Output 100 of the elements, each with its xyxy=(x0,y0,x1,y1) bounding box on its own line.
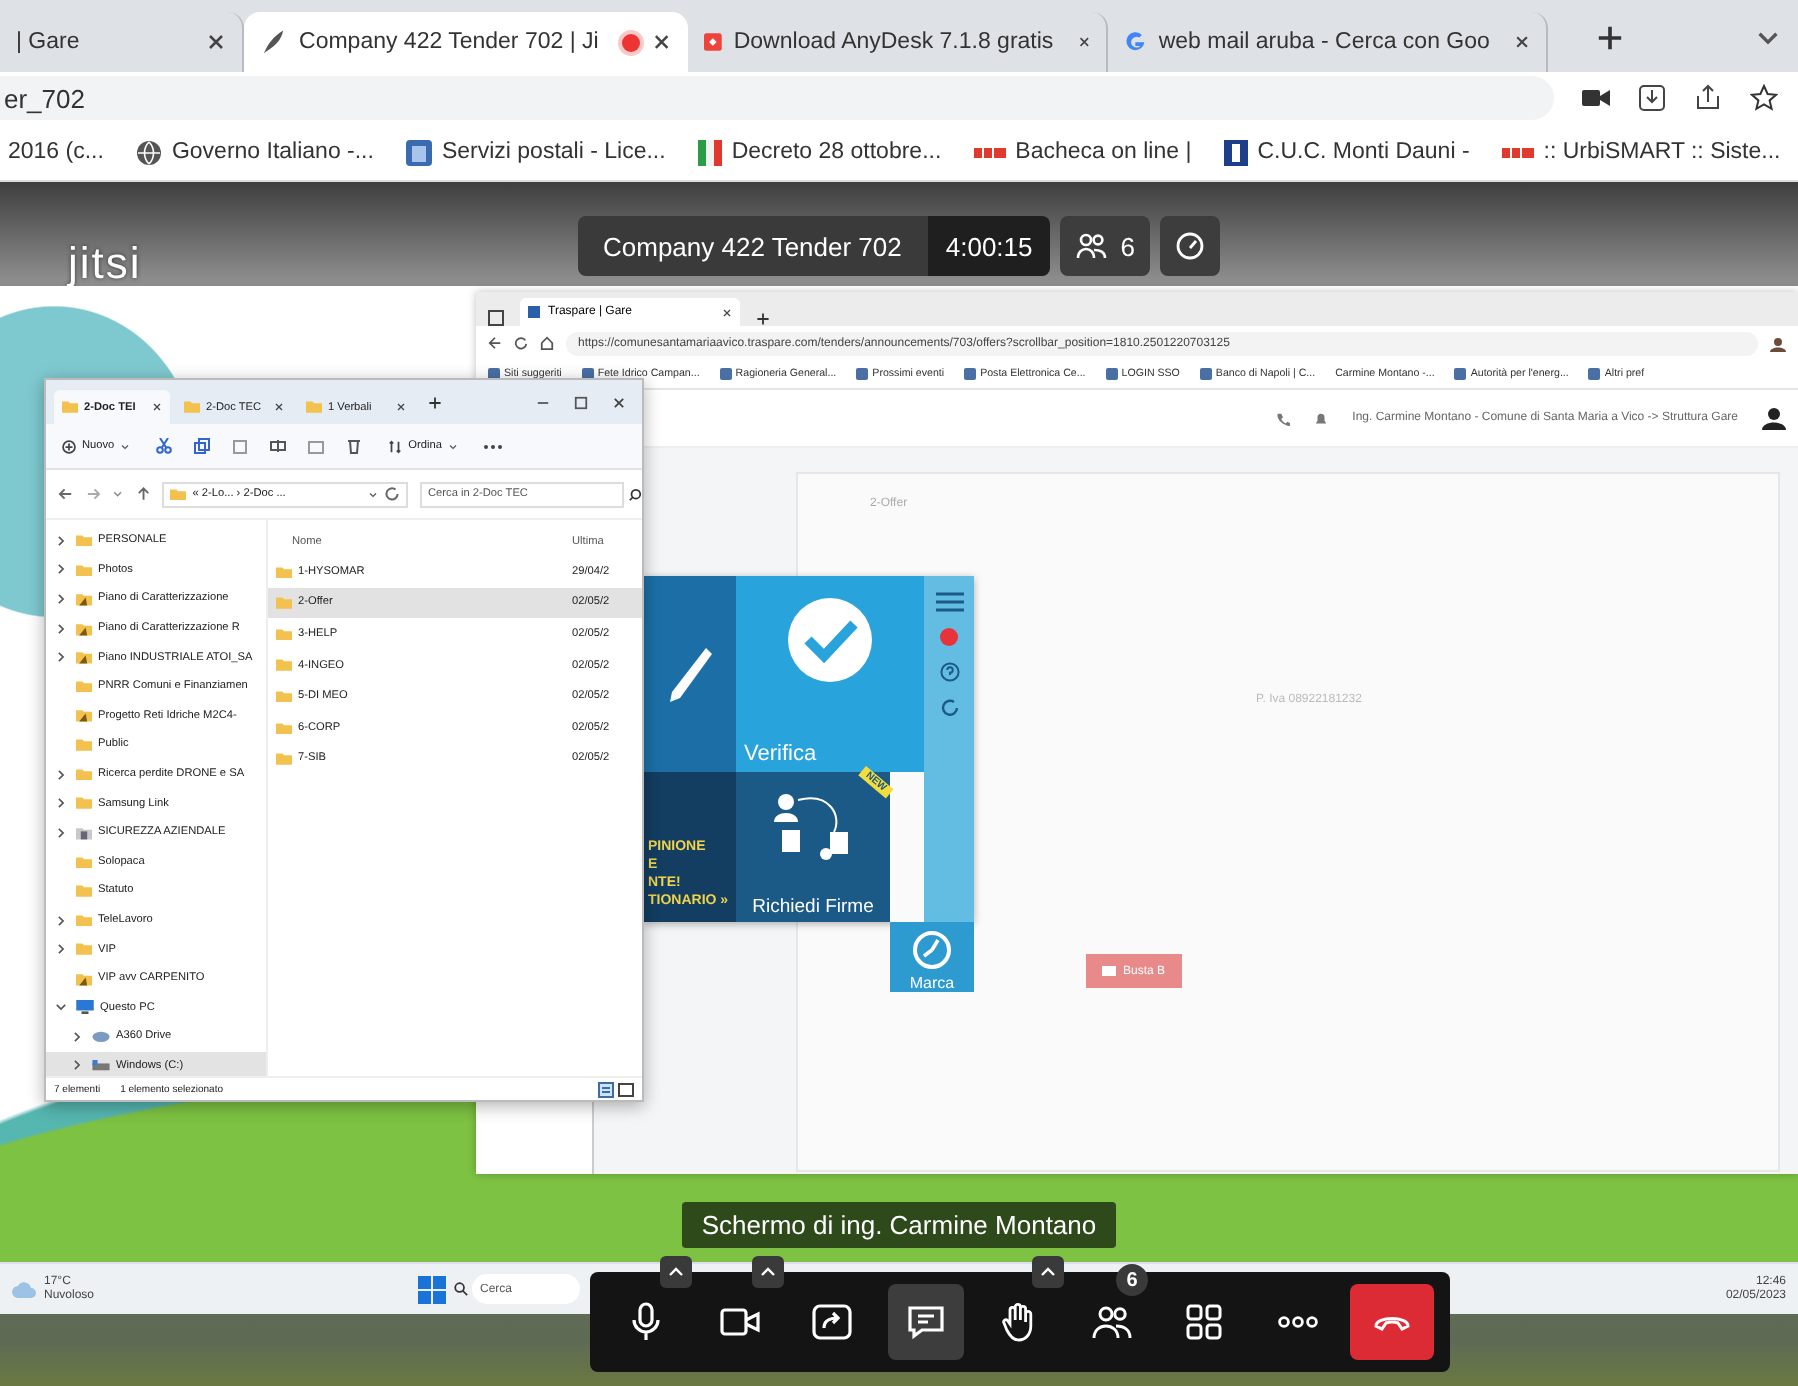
expand-chevron-icon[interactable] xyxy=(54,591,68,606)
profile-icon[interactable] xyxy=(1770,335,1786,351)
up-icon[interactable] xyxy=(135,486,151,502)
caret-button[interactable] xyxy=(752,1256,784,1288)
expand-chevron-icon[interactable] xyxy=(54,942,68,957)
menu-icon[interactable] xyxy=(935,592,963,612)
logo-icon xyxy=(973,143,1006,161)
bookmark[interactable]: 2016 (c... xyxy=(8,140,104,164)
chevron-icon[interactable] xyxy=(447,441,458,451)
home-icon[interactable] xyxy=(540,336,554,350)
tiles-icon xyxy=(1186,1304,1223,1340)
install-icon[interactable] xyxy=(1638,84,1666,112)
bell-icon xyxy=(1314,411,1329,425)
close-icon[interactable] xyxy=(396,402,406,412)
search-icon[interactable] xyxy=(628,487,643,501)
tiles-view-icon[interactable] xyxy=(618,1081,634,1097)
folder-icon xyxy=(276,627,292,641)
reload-icon[interactable] xyxy=(514,336,528,350)
star-icon[interactable] xyxy=(1750,84,1778,112)
collapse-chevron-icon[interactable] xyxy=(54,1000,68,1015)
folder-icon xyxy=(276,565,292,578)
address-bar[interactable]: er_702 xyxy=(0,76,1554,120)
close-icon[interactable] xyxy=(612,395,626,409)
folder-icon xyxy=(76,680,92,693)
camera-icon[interactable] xyxy=(1582,86,1610,110)
browser-tab[interactable]: Company 422 Tender 702 | Ji xyxy=(244,12,688,72)
pen-icon xyxy=(666,644,714,704)
expand-chevron-icon[interactable] xyxy=(54,533,68,548)
flag-icon xyxy=(697,139,722,165)
microphone-icon xyxy=(628,1302,665,1342)
plus-circle-icon xyxy=(62,439,76,453)
bookmark[interactable]: Governo Italiano -... xyxy=(135,139,374,165)
details-view-icon[interactable] xyxy=(598,1081,614,1097)
sort-icon xyxy=(388,439,403,453)
google-icon xyxy=(1124,28,1147,56)
folder-icon xyxy=(306,400,322,414)
expand-chevron-icon[interactable] xyxy=(54,796,68,811)
caret-button[interactable] xyxy=(659,1256,691,1288)
expand-chevron-icon[interactable] xyxy=(54,913,68,928)
bookmark[interactable]: :: UrbiSMART :: Siste... xyxy=(1501,140,1781,164)
chevron-icon[interactable] xyxy=(120,441,131,451)
screen-share-icon xyxy=(812,1304,853,1340)
pen-tile[interactable] xyxy=(644,576,736,772)
participants-button[interactable]: 6 xyxy=(1060,216,1151,276)
hang-up-button[interactable] xyxy=(1350,1284,1434,1360)
jitsi-logo: jitsi xyxy=(68,238,142,290)
expand-chevron-icon[interactable] xyxy=(70,1029,84,1044)
more-icon xyxy=(1277,1314,1318,1330)
maximize-icon[interactable] xyxy=(574,395,588,409)
shared-folder-icon xyxy=(76,708,92,723)
gauge-icon xyxy=(1176,232,1205,260)
close-icon[interactable] xyxy=(722,307,732,317)
expand-chevron-icon[interactable] xyxy=(54,650,68,665)
plus-icon[interactable] xyxy=(428,395,442,409)
close-icon[interactable] xyxy=(1077,32,1090,52)
expand-chevron-icon[interactable] xyxy=(54,562,68,577)
refresh-icon[interactable] xyxy=(939,698,959,718)
close-icon[interactable] xyxy=(652,32,672,52)
expand-chevron-icon[interactable] xyxy=(54,767,68,782)
chevron-icon[interactable] xyxy=(368,489,379,499)
trash-icon[interactable] xyxy=(346,438,363,454)
share-icon[interactable] xyxy=(1694,84,1722,112)
browser-tab[interactable]: web mail aruba - Cerca con Goo xyxy=(1108,12,1548,72)
bookmark[interactable]: C.U.C. Monti Dauni - xyxy=(1223,139,1470,165)
caret-button[interactable] xyxy=(1031,1256,1063,1288)
expand-chevron-icon[interactable] xyxy=(54,825,68,840)
copy-icon[interactable] xyxy=(194,438,211,454)
paste-icon[interactable] xyxy=(232,438,249,454)
close-icon[interactable] xyxy=(274,402,284,412)
rename-icon[interactable] xyxy=(270,438,287,454)
close-icon[interactable] xyxy=(206,32,226,52)
meeting-duration: 4:00:15 xyxy=(927,216,1051,276)
back-icon[interactable] xyxy=(58,486,74,502)
expand-chevron-icon[interactable] xyxy=(70,1058,84,1073)
bookmark[interactable]: Servizi postali - Lice... xyxy=(405,139,666,165)
refresh-icon[interactable] xyxy=(384,486,401,502)
search-icon[interactable] xyxy=(454,1282,468,1296)
folder-icon xyxy=(276,596,292,610)
plus-icon[interactable] xyxy=(1596,24,1624,52)
favicon-icon xyxy=(1454,368,1467,380)
bookmark[interactable]: Bacheca on line | xyxy=(973,140,1192,164)
logo-icon xyxy=(1501,143,1534,161)
avatar-icon xyxy=(1762,406,1786,430)
back-icon[interactable] xyxy=(488,336,502,350)
phone-icon xyxy=(1276,411,1291,425)
close-icon[interactable] xyxy=(152,402,162,412)
browser-tab[interactable]: Download AnyDesk 7.1.8 gratis xyxy=(688,12,1108,72)
help-icon[interactable] xyxy=(939,662,959,682)
folder-icon xyxy=(62,400,78,414)
scissors-icon[interactable] xyxy=(156,438,173,454)
plus-icon[interactable] xyxy=(756,312,770,326)
connection-button[interactable] xyxy=(1160,216,1221,276)
windows-start-icon[interactable] xyxy=(418,1275,446,1303)
bookmark[interactable]: Decreto 28 ottobre... xyxy=(697,139,942,165)
expand-chevron-icon[interactable] xyxy=(54,621,68,636)
more-icon[interactable] xyxy=(483,443,502,449)
close-icon[interactable] xyxy=(1513,32,1530,52)
chat-button[interactable] xyxy=(887,1284,964,1360)
favicon-icon xyxy=(1199,368,1212,380)
recent-icon[interactable] xyxy=(112,488,124,500)
